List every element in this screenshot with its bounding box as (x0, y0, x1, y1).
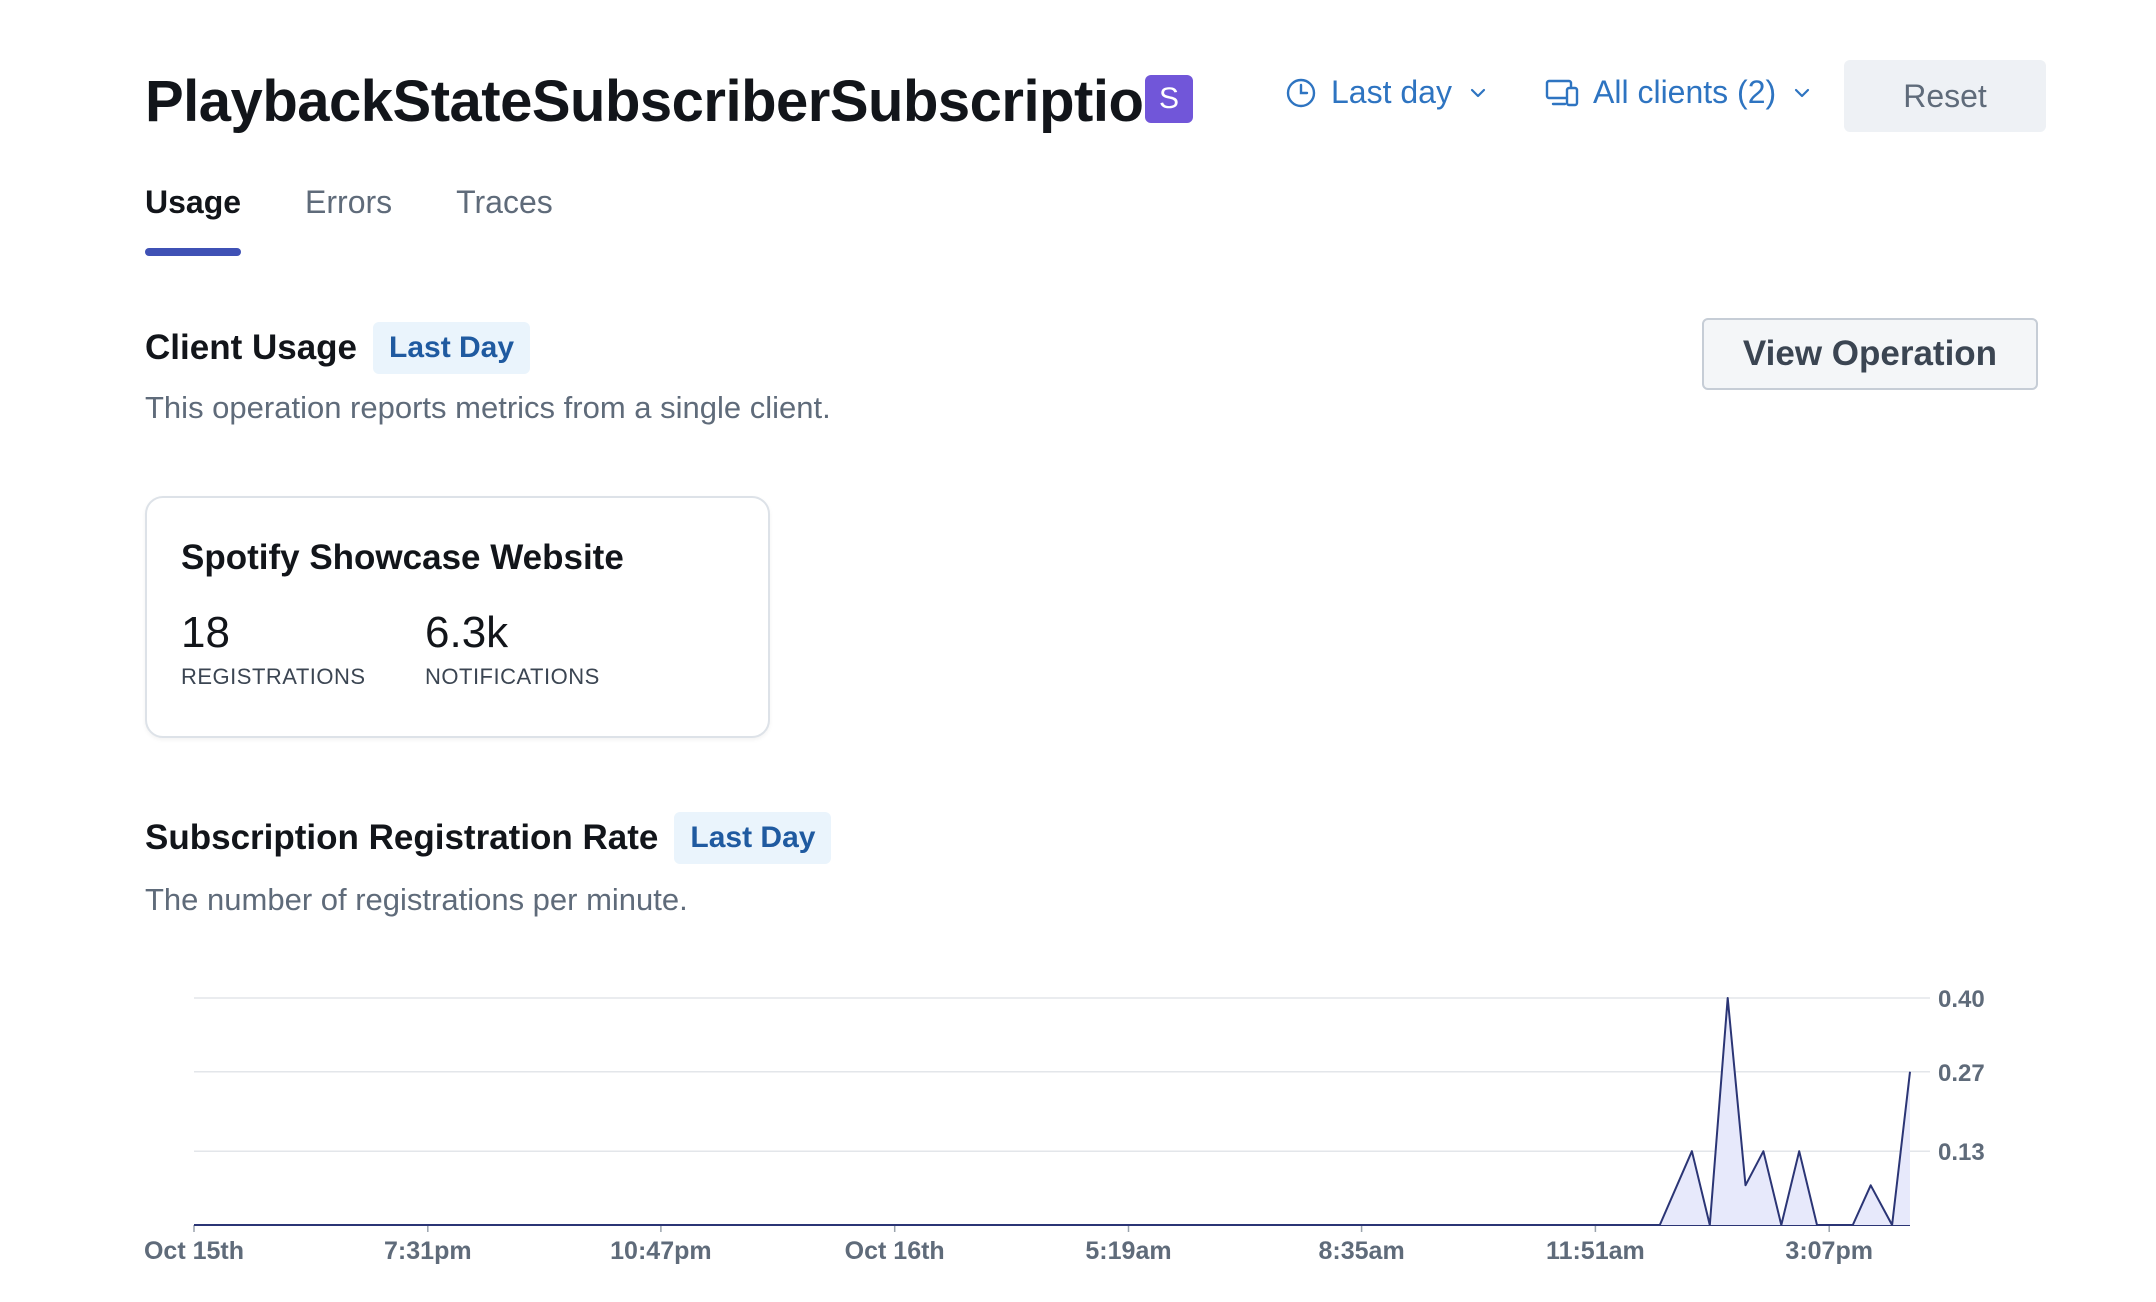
chevron-down-icon (1468, 83, 1488, 103)
registration-rate-title: Subscription Registration Rate (145, 818, 659, 857)
notifications-label: NOTIFICATIONS (425, 664, 600, 689)
x-tick-label: 10:47pm (610, 1237, 711, 1265)
view-operation-button[interactable]: View Operation (1702, 318, 2038, 390)
chevron-down-icon (1792, 83, 1812, 103)
registration-rate-chart: 0.13 0.27 0.40 Oct 15th 7:31pm 10:47pm Oct 16t… (130, 980, 2030, 1280)
page-title: PlaybackStateSubscriberSubscription (145, 69, 1179, 134)
x-tick-label: Oct 15th (144, 1237, 244, 1265)
series-area (194, 998, 1910, 1225)
registrations-value: 18 (181, 608, 230, 657)
registration-rate-period-badge: Last Day (674, 812, 832, 864)
client-name: Spotify Showcase Website (181, 538, 624, 577)
y-tick-label: 0.40 (1938, 986, 1985, 1013)
registrations-label: REGISTRATIONS (181, 664, 366, 689)
x-tick-label: 11:51am (1546, 1237, 1645, 1265)
client-filter-dropdown[interactable]: All clients (2) (1545, 74, 1812, 111)
chart-svg: 0.13 0.27 0.40 Oct 15th 7:31pm 10:47pm Oct 16t… (144, 986, 1985, 1265)
page-header: PlaybackStateSubscriberSubscription S La… (145, 60, 2046, 144)
registrations-metric: 18 REGISTRATIONS (181, 608, 366, 690)
registration-rate-header: Subscription Registration Rate Last Day (145, 812, 832, 864)
time-range-dropdown[interactable]: Last day (1285, 74, 1488, 111)
notifications-value: 6.3k (425, 608, 509, 657)
x-tick-label: 3:07pm (1785, 1237, 1873, 1265)
registration-rate-description: The number of registrations per minute. (145, 882, 688, 917)
tab-errors[interactable]: Errors (305, 178, 392, 256)
client-usage-period-badge: Last Day (373, 322, 531, 374)
y-tick-label: 0.13 (1938, 1139, 1985, 1166)
tab-bar: Usage Errors Traces (145, 178, 617, 256)
x-tick-label: 8:35am (1319, 1237, 1405, 1265)
client-usage-header: Client Usage Last Day (145, 322, 531, 374)
client-card[interactable]: Spotify Showcase Website 18 REGISTRATION… (145, 496, 770, 738)
series-line (194, 997, 1911, 1226)
devices-icon (1545, 77, 1579, 109)
x-tick-label: 7:31pm (384, 1237, 472, 1265)
clock-icon (1285, 77, 1317, 109)
subscription-type-badge: S (1145, 75, 1193, 123)
client-usage-description: This operation reports metrics from a si… (145, 390, 831, 425)
tab-traces[interactable]: Traces (456, 178, 553, 256)
time-range-label: Last day (1331, 74, 1452, 110)
client-usage-title: Client Usage (145, 328, 357, 367)
reset-button[interactable]: Reset (1844, 60, 2046, 132)
client-filter-label: All clients (2) (1593, 74, 1777, 110)
tab-usage[interactable]: Usage (145, 178, 242, 256)
x-tick-label: 5:19am (1085, 1237, 1171, 1265)
y-tick-label: 0.27 (1938, 1060, 1985, 1087)
x-tick-label: Oct 16th (845, 1237, 945, 1265)
notifications-metric: 6.3k NOTIFICATIONS (425, 608, 600, 690)
